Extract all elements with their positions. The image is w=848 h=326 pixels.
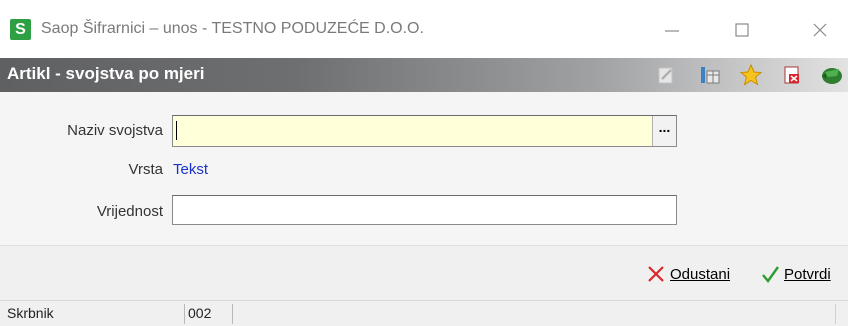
delete-document-icon (784, 66, 799, 84)
cancel-label: Odustani (670, 265, 731, 283)
favorite-star-icon (740, 64, 762, 86)
naziv-svojstva-input[interactable]: ... (172, 115, 677, 147)
naziv-svojstva-label: Naziv svojstva (67, 122, 163, 139)
checkmark-icon (760, 264, 780, 284)
cancel-x-icon (646, 264, 666, 284)
columns-button[interactable] (698, 64, 722, 86)
minimize-button[interactable] (652, 12, 692, 48)
vrsta-value: Tekst (173, 161, 209, 178)
app-logo-icon: S (10, 19, 31, 40)
edit-icon (658, 67, 673, 84)
maximize-icon (735, 23, 749, 37)
cancel-button[interactable]: Odustani (646, 262, 730, 286)
close-icon (813, 23, 827, 37)
exit-button[interactable] (820, 64, 844, 86)
vrijednost-input[interactable] (172, 195, 677, 225)
status-code: 002 (184, 304, 230, 324)
status-user: Skrbnik (7, 305, 54, 321)
status-bar: Skrbnik 002 (0, 300, 848, 326)
vrijednost-label: Vrijednost (96, 203, 163, 220)
minimize-icon (665, 30, 679, 32)
confirm-label: Potvrdi (784, 265, 831, 283)
form-title: Artikl - svojstva po mjeri (7, 64, 205, 83)
confirm-button[interactable]: Potvrdi (760, 262, 831, 286)
close-button[interactable] (800, 12, 840, 48)
window-title: Saop Šifrarnici – unos - TESTNO PODUZEĆE… (41, 20, 424, 37)
status-message (232, 304, 836, 324)
maximize-button[interactable] (722, 12, 762, 48)
form-header: Artikl - svojstva po mjeri (0, 58, 848, 92)
exit-icon (822, 68, 842, 84)
window-titlebar: S Saop Šifrarnici – unos - TESTNO PODUZE… (0, 0, 848, 58)
columns-icon (701, 67, 720, 84)
text-cursor (176, 121, 177, 140)
favorite-button[interactable] (739, 64, 763, 86)
vrsta-label: Vrsta (128, 161, 163, 178)
delete-button[interactable] (780, 64, 804, 86)
naziv-lookup-button[interactable]: ... (652, 116, 676, 146)
edit-button[interactable] (654, 64, 678, 86)
form-panel: Naziv svojstva ... Vrsta Tekst Vrijednos… (0, 92, 848, 246)
